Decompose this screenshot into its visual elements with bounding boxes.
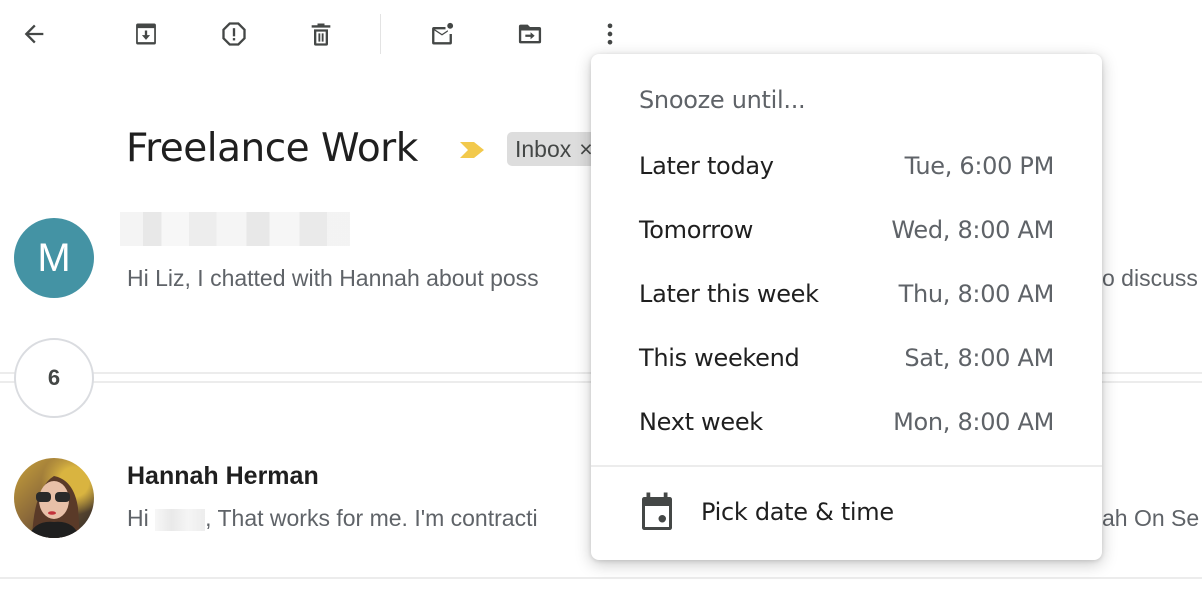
message-snippet-tail[interactable]: o discuss xyxy=(1102,265,1198,292)
snippet-greeting: Hi xyxy=(127,505,149,531)
inbox-label-chip[interactable]: Inbox × xyxy=(507,132,603,166)
report-spam-button[interactable] xyxy=(214,14,254,54)
more-options-button[interactable] xyxy=(590,14,630,54)
message-snippet[interactable]: Hi Liz, I chatted with Hannah about poss xyxy=(127,265,539,292)
snooze-option-time: Sat, 8:00 AM xyxy=(904,344,1054,372)
pick-date-time-option[interactable]: Pick date & time xyxy=(591,479,1102,545)
calendar-icon xyxy=(642,492,672,530)
redacted-sender-name xyxy=(120,212,350,246)
move-to-icon xyxy=(518,24,542,44)
snooze-option-later-today[interactable]: Later today Tue, 6:00 PM xyxy=(591,134,1102,198)
snooze-option-label: Later this week xyxy=(639,280,819,308)
snooze-option-this-weekend[interactable]: This weekend Sat, 8:00 AM xyxy=(591,326,1102,390)
sender-name[interactable]: Hannah Herman xyxy=(127,462,319,491)
redacted-recipient-name xyxy=(155,508,206,531)
person-photo xyxy=(28,476,80,538)
move-to-button[interactable] xyxy=(510,14,550,54)
toolbar-separator xyxy=(380,14,381,54)
report-spam-icon xyxy=(222,22,246,46)
mark-unread-button[interactable] xyxy=(422,14,462,54)
snooze-option-label: Tomorrow xyxy=(639,216,754,244)
back-button[interactable] xyxy=(14,14,54,54)
mark-unread-icon xyxy=(432,22,454,45)
snooze-option-label: Later today xyxy=(639,152,774,180)
snooze-menu: Snooze until... Later today Tue, 6:00 PM… xyxy=(591,54,1102,560)
collapsed-messages-count[interactable]: 6 xyxy=(14,338,94,418)
thread-subject: Freelance Work xyxy=(126,126,418,171)
snooze-option-label: Next week xyxy=(639,408,763,436)
snooze-menu-title: Snooze until... xyxy=(639,86,806,114)
message-divider xyxy=(0,577,1202,579)
snooze-option-label: This weekend xyxy=(639,344,800,372)
sender-avatar[interactable]: M xyxy=(14,218,94,298)
snooze-option-time: Tue, 6:00 PM xyxy=(904,152,1055,180)
snooze-option-time: Thu, 8:00 AM xyxy=(898,280,1055,308)
sender-avatar-photo[interactable] xyxy=(14,458,94,538)
message-snippet-tail[interactable]: ah On Se xyxy=(1102,505,1199,532)
back-icon xyxy=(24,24,44,44)
importance-marker-icon[interactable] xyxy=(458,140,486,160)
snooze-menu-divider xyxy=(591,465,1102,467)
snooze-option-tomorrow[interactable]: Tomorrow Wed, 8:00 AM xyxy=(591,198,1102,262)
pick-date-time-label: Pick date & time xyxy=(701,498,894,526)
message-snippet[interactable]: Hi , That works for me. I'm contracti xyxy=(127,505,538,532)
delete-icon xyxy=(311,23,331,46)
snooze-option-next-week[interactable]: Next week Mon, 8:00 AM xyxy=(591,390,1102,454)
archive-button[interactable] xyxy=(126,14,166,54)
delete-button[interactable] xyxy=(301,14,341,54)
archive-icon xyxy=(136,23,156,45)
snooze-option-later-this-week[interactable]: Later this week Thu, 8:00 AM xyxy=(591,262,1102,326)
more-vert-icon xyxy=(607,23,613,45)
label-chip-text: Inbox xyxy=(515,136,572,162)
snooze-option-time: Wed, 8:00 AM xyxy=(891,216,1054,244)
snippet-body: , That works for me. I'm contracti xyxy=(205,505,538,531)
snooze-option-time: Mon, 8:00 AM xyxy=(893,408,1054,436)
